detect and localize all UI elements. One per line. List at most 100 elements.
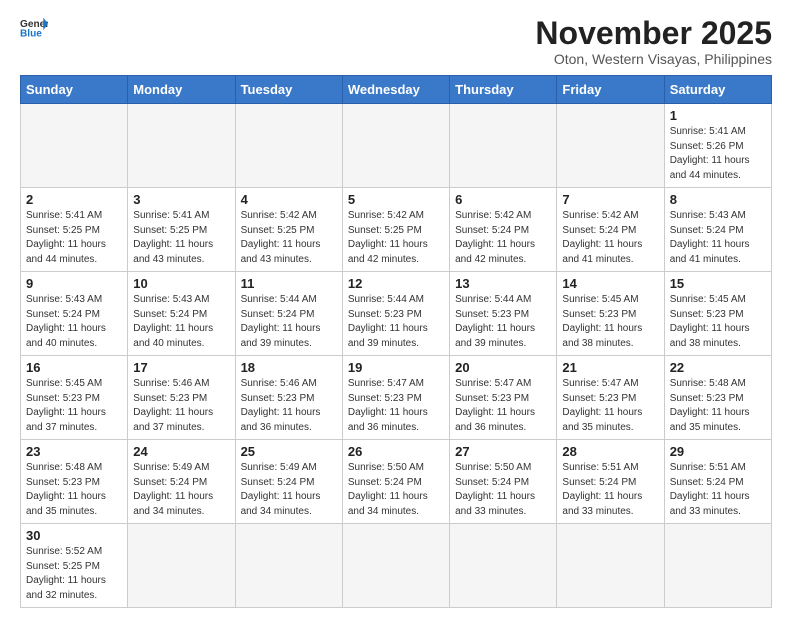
calendar-cell: 6 Sunrise: 5:42 AM Sunset: 5:24 PM Daylig…: [450, 188, 557, 272]
day-number: 28: [562, 444, 658, 459]
day-info: Sunrise: 5:42 AM Sunset: 5:24 PM Dayligh…: [455, 209, 551, 267]
weekday-header-sunday: Sunday: [21, 76, 128, 104]
calendar-cell: 14 Sunrise: 5:45 AM Sunset: 5:23 PM Dayli…: [557, 272, 664, 356]
day-info: Sunrise: 5:52 AM Sunset: 5:25 PM Dayligh…: [26, 545, 122, 603]
calendar-cell: [557, 104, 664, 188]
calendar-cell: 26 Sunrise: 5:50 AM Sunset: 5:24 PM Dayli…: [342, 440, 449, 524]
calendar-cell: [128, 524, 235, 608]
day-info: Sunrise: 5:47 AM Sunset: 5:23 PM Dayligh…: [348, 377, 444, 435]
logo: General Blue: [20, 16, 48, 38]
day-number: 26: [348, 444, 444, 459]
day-number: 25: [241, 444, 337, 459]
calendar-cell: 10Sunrise: 5:43 AM Sunset: 5:24 PM Dayli…: [128, 272, 235, 356]
day-info: Sunrise: 5:41 AM Sunset: 5:25 PM Dayligh…: [133, 209, 229, 267]
day-info: Sunrise: 5:47 AM Sunset: 5:23 PM Dayligh…: [455, 377, 551, 435]
day-number: 11: [241, 276, 337, 291]
weekday-header-saturday: Saturday: [664, 76, 771, 104]
calendar-cell: [664, 524, 771, 608]
day-number: 7: [562, 192, 658, 207]
day-info: Sunrise: 5:48 AM Sunset: 5:23 PM Dayligh…: [26, 461, 122, 519]
day-number: 19: [348, 360, 444, 375]
day-info: Sunrise: 5:47 AM Sunset: 5:23 PM Dayligh…: [562, 377, 658, 435]
calendar-cell: 15Sunrise: 5:45 AM Sunset: 5:23 PM Dayli…: [664, 272, 771, 356]
calendar-cell: 3 Sunrise: 5:41 AM Sunset: 5:25 PM Daylig…: [128, 188, 235, 272]
day-number: 16: [26, 360, 122, 375]
calendar-cell: 23 Sunrise: 5:48 AM Sunset: 5:23 PM Dayli…: [21, 440, 128, 524]
page-header: General Blue November 2025 Oton, Western…: [20, 16, 772, 67]
location-subtitle: Oton, Western Visayas, Philippines: [535, 51, 772, 67]
day-info: Sunrise: 5:50 AM Sunset: 5:24 PM Dayligh…: [348, 461, 444, 519]
calendar-cell: 27 Sunrise: 5:50 AM Sunset: 5:24 PM Dayli…: [450, 440, 557, 524]
month-title: November 2025: [535, 16, 772, 51]
day-number: 2: [26, 192, 122, 207]
day-number: 1: [670, 108, 766, 123]
calendar-cell: 19 Sunrise: 5:47 AM Sunset: 5:23 PM Dayli…: [342, 356, 449, 440]
day-number: 4: [241, 192, 337, 207]
calendar-cell: [450, 104, 557, 188]
day-info: Sunrise: 5:48 AM Sunset: 5:23 PM Dayligh…: [670, 377, 766, 435]
day-info: Sunrise: 5:44 AM Sunset: 5:23 PM Dayligh…: [348, 293, 444, 351]
day-number: 6: [455, 192, 551, 207]
calendar-cell: 12 Sunrise: 5:44 AM Sunset: 5:23 PM Dayli…: [342, 272, 449, 356]
calendar-cell: 30Sunrise: 5:52 AM Sunset: 5:25 PM Dayli…: [21, 524, 128, 608]
day-info: Sunrise: 5:50 AM Sunset: 5:24 PM Dayligh…: [455, 461, 551, 519]
day-number: 14: [562, 276, 658, 291]
day-info: Sunrise: 5:46 AM Sunset: 5:23 PM Dayligh…: [241, 377, 337, 435]
calendar-header: SundayMondayTuesdayWednesdayThursdayFrid…: [21, 76, 772, 104]
weekday-header-friday: Friday: [557, 76, 664, 104]
calendar-cell: 24Sunrise: 5:49 AM Sunset: 5:24 PM Dayli…: [128, 440, 235, 524]
calendar-cell: 8 Sunrise: 5:43 AM Sunset: 5:24 PM Daylig…: [664, 188, 771, 272]
calendar-cell: 7 Sunrise: 5:42 AM Sunset: 5:24 PM Daylig…: [557, 188, 664, 272]
calendar-cell: 22 Sunrise: 5:48 AM Sunset: 5:23 PM Dayli…: [664, 356, 771, 440]
calendar-table: SundayMondayTuesdayWednesdayThursdayFrid…: [20, 75, 772, 608]
day-number: 18: [241, 360, 337, 375]
logo-icon: General Blue: [20, 16, 48, 38]
calendar-cell: 17 Sunrise: 5:46 AM Sunset: 5:23 PM Dayli…: [128, 356, 235, 440]
day-info: Sunrise: 5:51 AM Sunset: 5:24 PM Dayligh…: [670, 461, 766, 519]
weekday-header-monday: Monday: [128, 76, 235, 104]
calendar-cell: 4Sunrise: 5:42 AM Sunset: 5:25 PM Daylig…: [235, 188, 342, 272]
day-info: Sunrise: 5:41 AM Sunset: 5:25 PM Dayligh…: [26, 209, 122, 267]
calendar-cell: 20 Sunrise: 5:47 AM Sunset: 5:23 PM Dayli…: [450, 356, 557, 440]
calendar-cell: 21 Sunrise: 5:47 AM Sunset: 5:23 PM Dayli…: [557, 356, 664, 440]
calendar-cell: 25 Sunrise: 5:49 AM Sunset: 5:24 PM Dayli…: [235, 440, 342, 524]
day-number: 23: [26, 444, 122, 459]
day-number: 8: [670, 192, 766, 207]
day-number: 21: [562, 360, 658, 375]
day-info: Sunrise: 5:41 AM Sunset: 5:26 PM Dayligh…: [670, 125, 766, 183]
day-number: 15: [670, 276, 766, 291]
day-info: Sunrise: 5:45 AM Sunset: 5:23 PM Dayligh…: [562, 293, 658, 351]
calendar-cell: 16 Sunrise: 5:45 AM Sunset: 5:23 PM Dayli…: [21, 356, 128, 440]
calendar-cell: [342, 524, 449, 608]
weekday-header-thursday: Thursday: [450, 76, 557, 104]
day-number: 9: [26, 276, 122, 291]
day-info: Sunrise: 5:49 AM Sunset: 5:24 PM Dayligh…: [241, 461, 337, 519]
calendar-cell: [21, 104, 128, 188]
day-number: 29: [670, 444, 766, 459]
day-info: Sunrise: 5:42 AM Sunset: 5:24 PM Dayligh…: [562, 209, 658, 267]
calendar-cell: 9Sunrise: 5:43 AM Sunset: 5:24 PM Daylig…: [21, 272, 128, 356]
calendar-cell: 18 Sunrise: 5:46 AM Sunset: 5:23 PM Dayli…: [235, 356, 342, 440]
calendar-cell: 13Sunrise: 5:44 AM Sunset: 5:23 PM Dayli…: [450, 272, 557, 356]
day-number: 22: [670, 360, 766, 375]
calendar-cell: 1 Sunrise: 5:41 AM Sunset: 5:26 PM Daylig…: [664, 104, 771, 188]
weekday-header-wednesday: Wednesday: [342, 76, 449, 104]
day-info: Sunrise: 5:43 AM Sunset: 5:24 PM Dayligh…: [670, 209, 766, 267]
day-number: 3: [133, 192, 229, 207]
day-info: Sunrise: 5:43 AM Sunset: 5:24 PM Dayligh…: [133, 293, 229, 351]
calendar-cell: 29 Sunrise: 5:51 AM Sunset: 5:24 PM Dayli…: [664, 440, 771, 524]
day-info: Sunrise: 5:46 AM Sunset: 5:23 PM Dayligh…: [133, 377, 229, 435]
title-area: November 2025 Oton, Western Visayas, Phi…: [535, 16, 772, 67]
day-info: Sunrise: 5:44 AM Sunset: 5:23 PM Dayligh…: [455, 293, 551, 351]
weekday-header-tuesday: Tuesday: [235, 76, 342, 104]
day-info: Sunrise: 5:51 AM Sunset: 5:24 PM Dayligh…: [562, 461, 658, 519]
svg-text:Blue: Blue: [20, 28, 42, 38]
day-number: 27: [455, 444, 551, 459]
day-info: Sunrise: 5:45 AM Sunset: 5:23 PM Dayligh…: [26, 377, 122, 435]
day-number: 17: [133, 360, 229, 375]
day-number: 5: [348, 192, 444, 207]
day-number: 12: [348, 276, 444, 291]
calendar-cell: 28 Sunrise: 5:51 AM Sunset: 5:24 PM Dayli…: [557, 440, 664, 524]
day-number: 20: [455, 360, 551, 375]
day-info: Sunrise: 5:49 AM Sunset: 5:24 PM Dayligh…: [133, 461, 229, 519]
